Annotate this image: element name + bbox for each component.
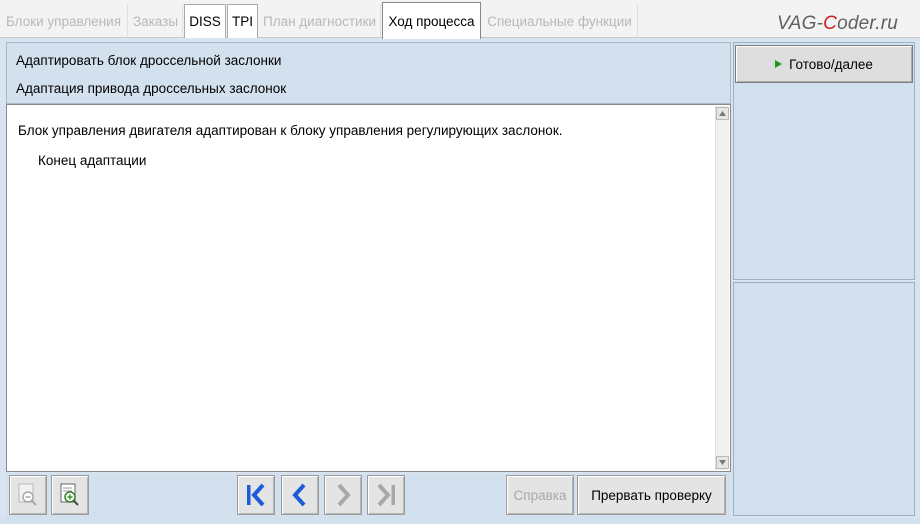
next-icon [337, 483, 351, 507]
tab-tpi[interactable]: TPI [227, 4, 258, 38]
zoom-out-icon [18, 483, 37, 506]
watermark-part3: oder.ru [837, 13, 898, 34]
zoom-in-button[interactable] [51, 475, 89, 515]
message-subtext: Конец адаптации [38, 153, 147, 168]
bottom-strip [0, 518, 920, 524]
header-subtitle: Адаптация привода дроссельных заслонок [16, 81, 287, 96]
done-next-label: Готово/далее [789, 56, 873, 72]
done-next-button[interactable]: Готово/далее [735, 45, 913, 83]
scroll-down-button[interactable] [716, 456, 729, 469]
play-icon [775, 60, 783, 68]
previous-icon [292, 483, 306, 507]
next-button[interactable] [324, 475, 362, 515]
tab-process-progress[interactable]: Ход процесса [382, 2, 481, 39]
right-panel: Готово/далее [733, 42, 915, 516]
help-button[interactable]: Справка [506, 475, 574, 515]
tab-special-functions[interactable]: Специальные функции [482, 4, 638, 38]
tab-orders[interactable]: Заказы [129, 4, 183, 38]
right-panel-top: Готово/далее [733, 42, 915, 280]
header-title: Адаптировать блок дроссельной заслонки [16, 53, 282, 68]
tab-control-units[interactable]: Блоки управления [0, 4, 128, 38]
scroll-up-button[interactable] [716, 107, 729, 120]
message-text: Блок управления двигателя адаптирован к … [18, 123, 563, 138]
last-page-button[interactable] [367, 475, 405, 515]
last-page-icon [377, 483, 395, 507]
zoom-out-button[interactable] [9, 475, 47, 515]
scroll-down-arrow-icon [719, 460, 726, 465]
vertical-scrollbar[interactable] [715, 106, 729, 470]
procedure-header: Адаптировать блок дроссельной заслонки А… [6, 42, 731, 104]
message-area: Блок управления двигателя адаптирован к … [6, 104, 731, 472]
first-page-button[interactable] [237, 475, 275, 515]
watermark: VAG-Coder.ru [777, 13, 898, 35]
tab-diss[interactable]: DISS [184, 4, 226, 38]
zoom-in-icon [60, 483, 79, 506]
scroll-up-arrow-icon [719, 111, 726, 116]
first-page-icon [247, 483, 265, 507]
tab-diagnostic-plan[interactable]: План диагностики [259, 4, 381, 38]
right-panel-bottom [733, 282, 915, 516]
bottom-toolbar: Справка Прервать проверку [6, 473, 731, 518]
tab-bar: Блоки управления Заказы DISS TPI План ди… [0, 0, 920, 39]
previous-button[interactable] [281, 475, 319, 515]
watermark-part1: VAG- [776, 13, 824, 34]
abort-check-button[interactable]: Прервать проверку [577, 475, 726, 515]
watermark-part2: C [823, 13, 838, 34]
